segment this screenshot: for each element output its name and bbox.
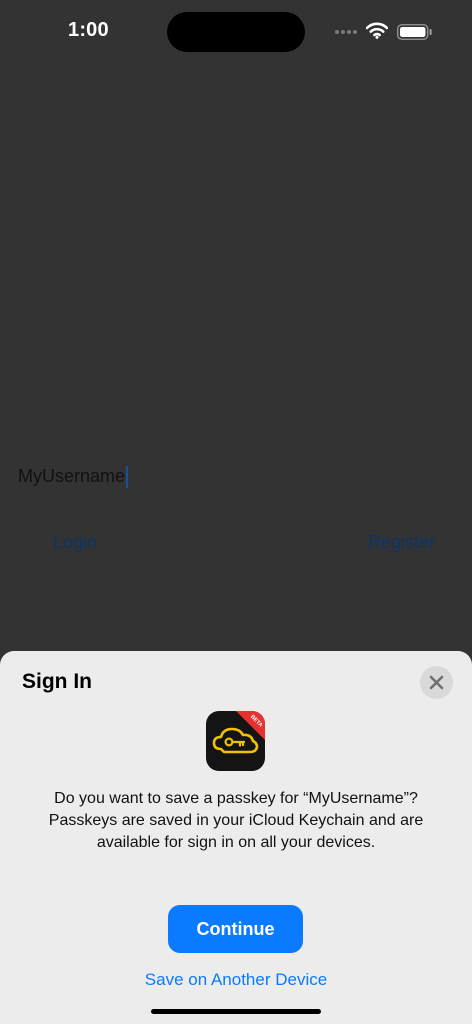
passkey-sheet: Sign In BETA Do you want to save a passk… bbox=[0, 651, 472, 1024]
status-time: 1:00 bbox=[68, 19, 109, 41]
username-input[interactable]: MyUsername bbox=[18, 464, 318, 490]
login-button[interactable]: Login bbox=[53, 532, 97, 553]
sheet-title: Sign In bbox=[22, 670, 92, 693]
signal-icon bbox=[335, 30, 359, 36]
username-value: MyUsername bbox=[18, 466, 126, 486]
close-icon bbox=[429, 675, 444, 690]
close-button[interactable] bbox=[420, 666, 453, 699]
continue-button[interactable]: Continue bbox=[168, 905, 303, 953]
passkey-message: Do you want to save a passkey for “MyUse… bbox=[20, 788, 452, 854]
message-line: Do you want to save a passkey for “MyUse… bbox=[54, 790, 418, 807]
passkey-app-icon: BETA bbox=[206, 711, 265, 771]
status-bar: 1:00 bbox=[0, 0, 472, 64]
home-indicator bbox=[151, 1009, 321, 1014]
wifi-icon bbox=[366, 22, 388, 39]
save-on-another-device-link[interactable]: Save on Another Device bbox=[0, 970, 472, 990]
dynamic-island bbox=[167, 12, 305, 52]
message-line: Passkeys are saved in your iCloud Keycha… bbox=[48, 812, 424, 829]
message-line: available for sign in on all your device… bbox=[96, 834, 376, 851]
register-button[interactable]: Register bbox=[368, 532, 435, 553]
text-cursor bbox=[126, 466, 129, 489]
battery-icon bbox=[397, 24, 432, 40]
